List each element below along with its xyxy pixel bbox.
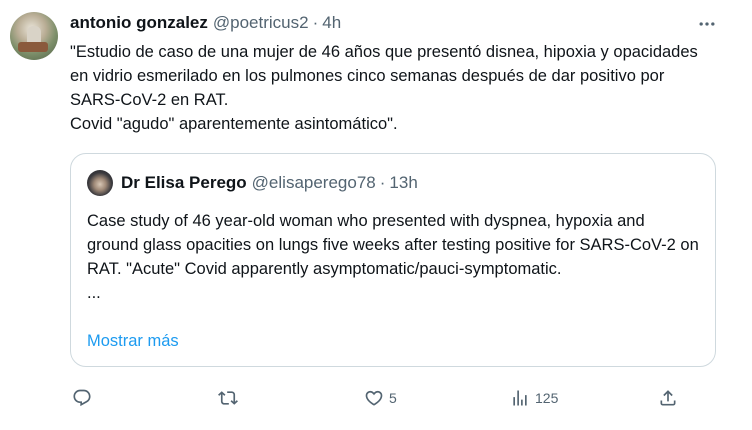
quoted-tweet-text: Case study of 46 year-old woman who pres… (87, 212, 699, 302)
heart-icon (365, 390, 383, 406)
avatar-bench (18, 42, 48, 52)
retweet-button[interactable] (218, 384, 238, 412)
separator-dot: · (312, 13, 319, 32)
quoted-tweet-header: Dr Elisa Perego @elisaperego78 · 13h (121, 172, 418, 194)
reply-button[interactable] (72, 384, 92, 412)
views-button[interactable]: 125 (510, 384, 558, 412)
views-chart-icon (513, 390, 527, 406)
share-icon (660, 390, 676, 406)
show-more-link[interactable]: Mostrar más (87, 332, 179, 351)
quoted-separator-dot: · (379, 173, 386, 192)
retweet-icon (218, 391, 238, 405)
tweet-actions-bar: 5 125 (70, 384, 720, 412)
tweet-text: "Estudio de caso de una mujer de 46 años… (70, 43, 698, 133)
more-horizontal-icon (699, 22, 715, 26)
like-button[interactable]: 5 (364, 384, 397, 412)
reply-icon (73, 389, 91, 407)
tweet[interactable]: antonio gonzalez @poetricus2 · 4h "Estud… (0, 0, 752, 430)
quoted-tweet-timestamp: 13h (389, 173, 418, 192)
views-count: 125 (535, 390, 559, 406)
quoted-author-name: Dr Elisa Perego (121, 173, 247, 192)
author-handle[interactable]: @poetricus2 (213, 13, 309, 33)
more-options-button[interactable] (692, 10, 722, 38)
tweet-header: antonio gonzalez @poetricus2 · 4h (70, 12, 341, 34)
author-avatar[interactable] (10, 12, 58, 60)
tweet-timestamp[interactable]: 4h (322, 13, 341, 33)
quoted-tweet[interactable]: Dr Elisa Perego @elisaperego78 · 13h Cas… (70, 153, 716, 367)
quoted-author-handle: @elisaperego78 (251, 173, 376, 192)
quoted-author-avatar (87, 170, 113, 196)
like-count: 5 (389, 390, 397, 406)
share-button[interactable] (658, 384, 678, 412)
author-name[interactable]: antonio gonzalez (70, 13, 208, 33)
